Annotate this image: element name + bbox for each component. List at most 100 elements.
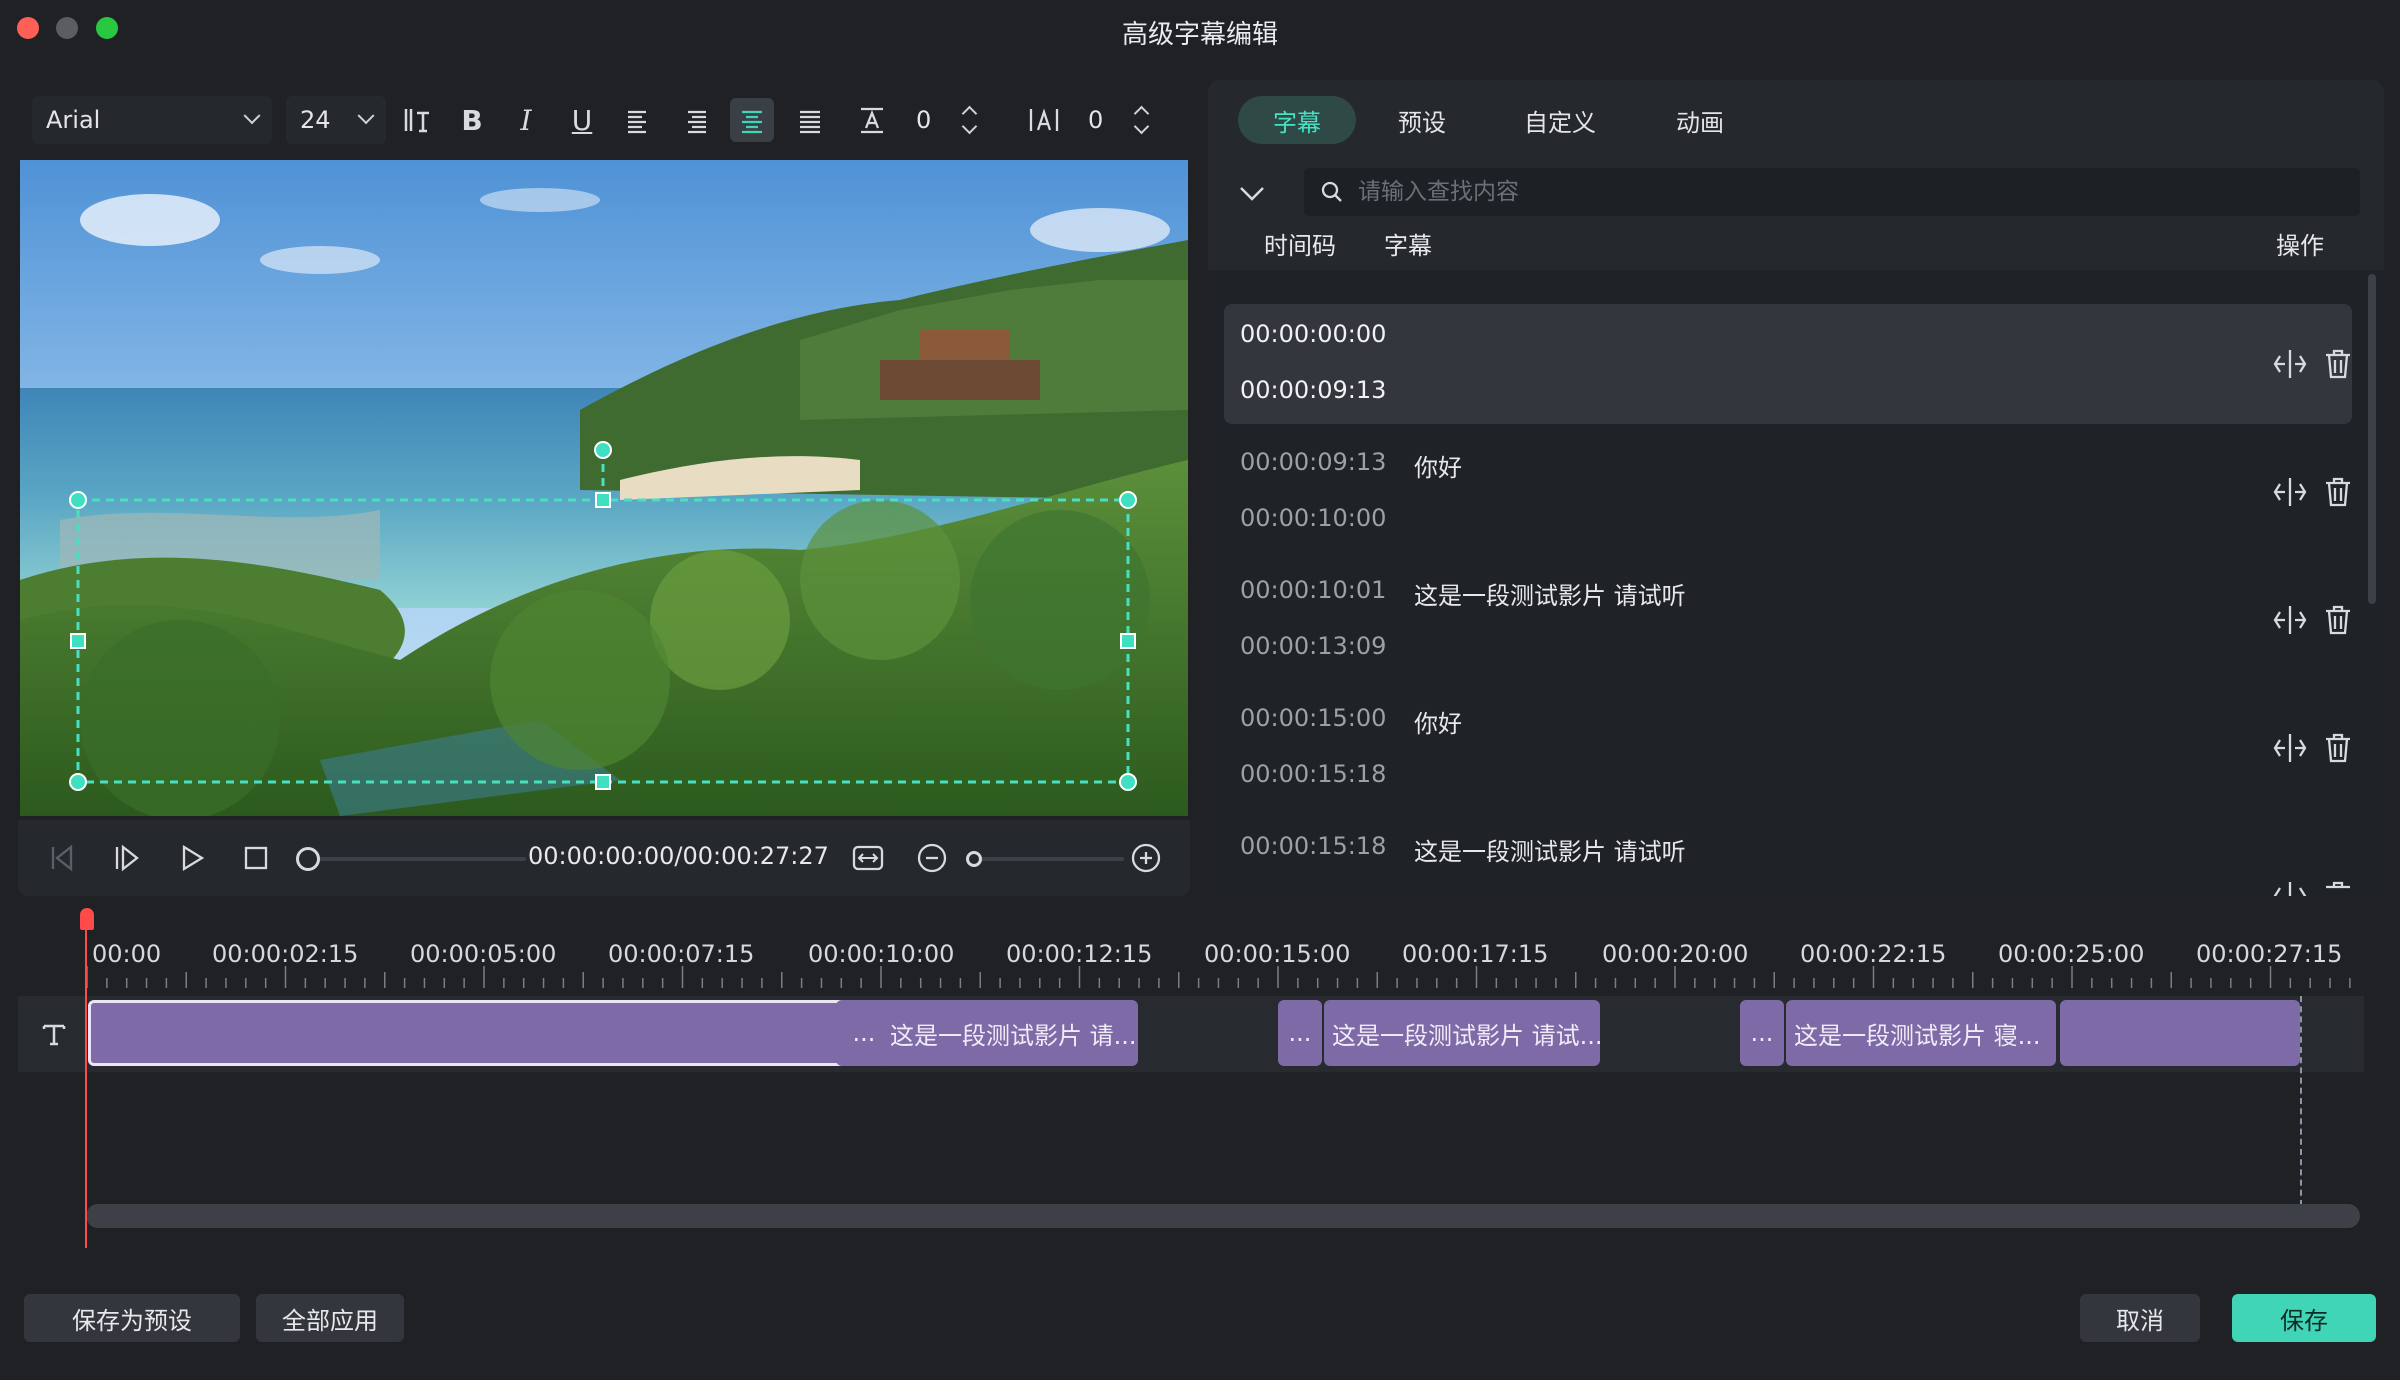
line-spacing-stepper[interactable]: 0 <box>904 98 984 142</box>
fit-screen-button[interactable] <box>848 838 888 878</box>
subtitle-track: ... 这是一段测试影片 请... ... 这是一段测试影片 请试... ...… <box>18 996 2364 1072</box>
stop-icon <box>244 846 268 870</box>
font-family-select[interactable]: Arial <box>32 96 272 144</box>
bold-button[interactable]: B <box>450 98 494 142</box>
video-preview[interactable] <box>20 160 1188 816</box>
subtitle-row[interactable]: 00:00:00:00 00:00:09:13 <box>1224 304 2352 424</box>
delete-button[interactable] <box>2320 346 2356 382</box>
search-box[interactable] <box>1304 168 2360 216</box>
split-icon <box>2273 734 2307 762</box>
row-start-time[interactable]: 00:00:15:00 <box>1240 704 1386 732</box>
font-size-value: 24 <box>300 106 331 134</box>
subtitle-clip[interactable] <box>88 1000 850 1066</box>
playhead[interactable] <box>85 916 87 1248</box>
justify-button[interactable] <box>788 98 832 142</box>
subtitle-clip[interactable] <box>2060 1000 2300 1066</box>
row-subtitle-text[interactable]: 你好 <box>1414 704 1462 739</box>
text-spacing-button[interactable] <box>396 98 440 142</box>
zoom-out-icon <box>917 843 947 873</box>
row-subtitle-text[interactable]: 这是一段测试影片 请试听 <box>1414 576 1686 611</box>
delete-button[interactable] <box>2320 474 2356 510</box>
ruler-label: 00:00:02:15 <box>212 940 359 968</box>
tab-custom[interactable]: 自定义 <box>1490 96 1630 144</box>
underline-button[interactable]: U <box>560 98 604 142</box>
italic-icon: I <box>520 103 532 137</box>
prev-frame-button[interactable] <box>42 838 82 878</box>
cancel-button[interactable]: 取消 <box>2080 1294 2200 1342</box>
chevron-down-icon <box>357 107 375 125</box>
column-header-subtitle: 字幕 <box>1384 232 1432 260</box>
next-frame-button[interactable] <box>106 838 146 878</box>
stepper-arrows-icon[interactable] <box>962 104 976 136</box>
playhead-handle[interactable] <box>80 908 94 930</box>
subtitle-row[interactable]: 00:00:09:13 00:00:10:00 你好 <box>1224 432 2352 552</box>
save-as-preset-button[interactable]: 保存为预设 <box>24 1294 240 1342</box>
save-button[interactable]: 保存 <box>2232 1294 2376 1342</box>
letter-spacing-button[interactable] <box>1022 98 1066 142</box>
apply-all-button[interactable]: 全部应用 <box>256 1294 404 1342</box>
align-right-button[interactable] <box>674 98 718 142</box>
timeline-scrollbar[interactable] <box>86 1204 2360 1228</box>
row-start-time[interactable]: 00:00:10:01 <box>1240 576 1386 604</box>
subtitle-clip[interactable]: 这是一段测试影片 请... <box>882 1000 1138 1066</box>
stepper-arrows-icon[interactable] <box>1134 104 1148 136</box>
play-button[interactable] <box>172 838 212 878</box>
split-button[interactable] <box>2272 878 2308 896</box>
row-end-time[interactable]: 00:00:15:18 <box>1240 760 1386 788</box>
subtitle-clip[interactable]: 这是一段测试影片 请试... <box>1324 1000 1600 1066</box>
subtitle-clip[interactable]: 这是一段测试影片 寝... <box>1786 1000 2056 1066</box>
delete-button[interactable] <box>2320 602 2356 638</box>
timeline-ruler[interactable]: 00:00 00:00:02:15 00:00:05:00 00:00:07:1… <box>86 910 2366 990</box>
line-spacing-button[interactable] <box>850 98 894 142</box>
zoom-out-button[interactable] <box>912 838 952 878</box>
playback-slider-handle[interactable] <box>296 847 320 871</box>
chevron-down-icon <box>243 107 261 125</box>
zoom-slider-handle[interactable] <box>966 851 982 867</box>
letter-spacing-icon <box>1029 108 1059 131</box>
player-controls: 00:00:00:00/00:00:27:27 <box>18 820 1190 896</box>
line-spacing-icon <box>861 107 883 134</box>
delete-button[interactable] <box>2320 878 2352 896</box>
row-start-time[interactable]: 00:00:00:00 <box>1240 320 1386 348</box>
collapse-toggle[interactable] <box>1234 176 1270 212</box>
fit-width-icon <box>852 845 884 871</box>
letter-spacing-stepper[interactable]: 0 <box>1076 98 1156 142</box>
tab-preset[interactable]: 预设 <box>1370 96 1474 144</box>
search-icon <box>1321 181 1342 202</box>
row-end-time[interactable]: 00:00:10:00 <box>1240 504 1386 532</box>
font-size-select[interactable]: 24 <box>286 96 386 144</box>
delete-button[interactable] <box>2320 730 2356 766</box>
subtitle-row[interactable]: 00:00:10:01 00:00:13:09 这是一段测试影片 请试听 <box>1224 560 2352 680</box>
font-family-value: Arial <box>46 106 101 134</box>
playback-slider[interactable] <box>302 857 526 861</box>
bold-icon: B <box>461 103 483 137</box>
search-input[interactable] <box>1358 179 2258 205</box>
split-icon <box>2273 606 2307 634</box>
tab-subtitle[interactable]: 字幕 <box>1238 96 1356 144</box>
row-start-time[interactable]: 00:00:15:18 <box>1240 832 1386 860</box>
row-end-time[interactable]: 00:00:09:13 <box>1240 376 1386 404</box>
zoom-in-button[interactable] <box>1126 838 1166 878</box>
align-left-button[interactable] <box>616 98 660 142</box>
align-center-button[interactable] <box>730 98 774 142</box>
row-start-time[interactable]: 00:00:09:13 <box>1240 448 1386 476</box>
row-subtitle-text[interactable]: 这是一段测试影片 请试听 <box>1414 832 1686 867</box>
subtitle-row[interactable]: 00:00:15:00 00:00:15:18 你好 <box>1224 688 2352 808</box>
subtitle-clip[interactable]: ... <box>1740 1000 1784 1066</box>
split-button[interactable] <box>2272 602 2308 638</box>
italic-button[interactable]: I <box>504 98 548 142</box>
zoom-slider[interactable] <box>974 857 1124 861</box>
split-button[interactable] <box>2272 730 2308 766</box>
ruler-label: 00:00:17:15 <box>1402 940 1549 968</box>
row-subtitle-text[interactable]: 你好 <box>1414 448 1462 483</box>
row-end-time[interactable]: 00:00:13:09 <box>1240 632 1386 660</box>
split-button[interactable] <box>2272 346 2308 382</box>
subtitle-clip[interactable]: ... <box>1278 1000 1322 1066</box>
list-scrollbar[interactable] <box>2368 274 2376 604</box>
subtitle-row[interactable]: 00:00:15:18 这是一段测试影片 请试听 <box>1224 816 2352 896</box>
align-left-icon <box>628 110 646 134</box>
stop-button[interactable] <box>236 838 276 878</box>
tab-animation[interactable]: 动画 <box>1644 96 1756 144</box>
trash-icon <box>2326 349 2350 379</box>
split-button[interactable] <box>2272 474 2308 510</box>
